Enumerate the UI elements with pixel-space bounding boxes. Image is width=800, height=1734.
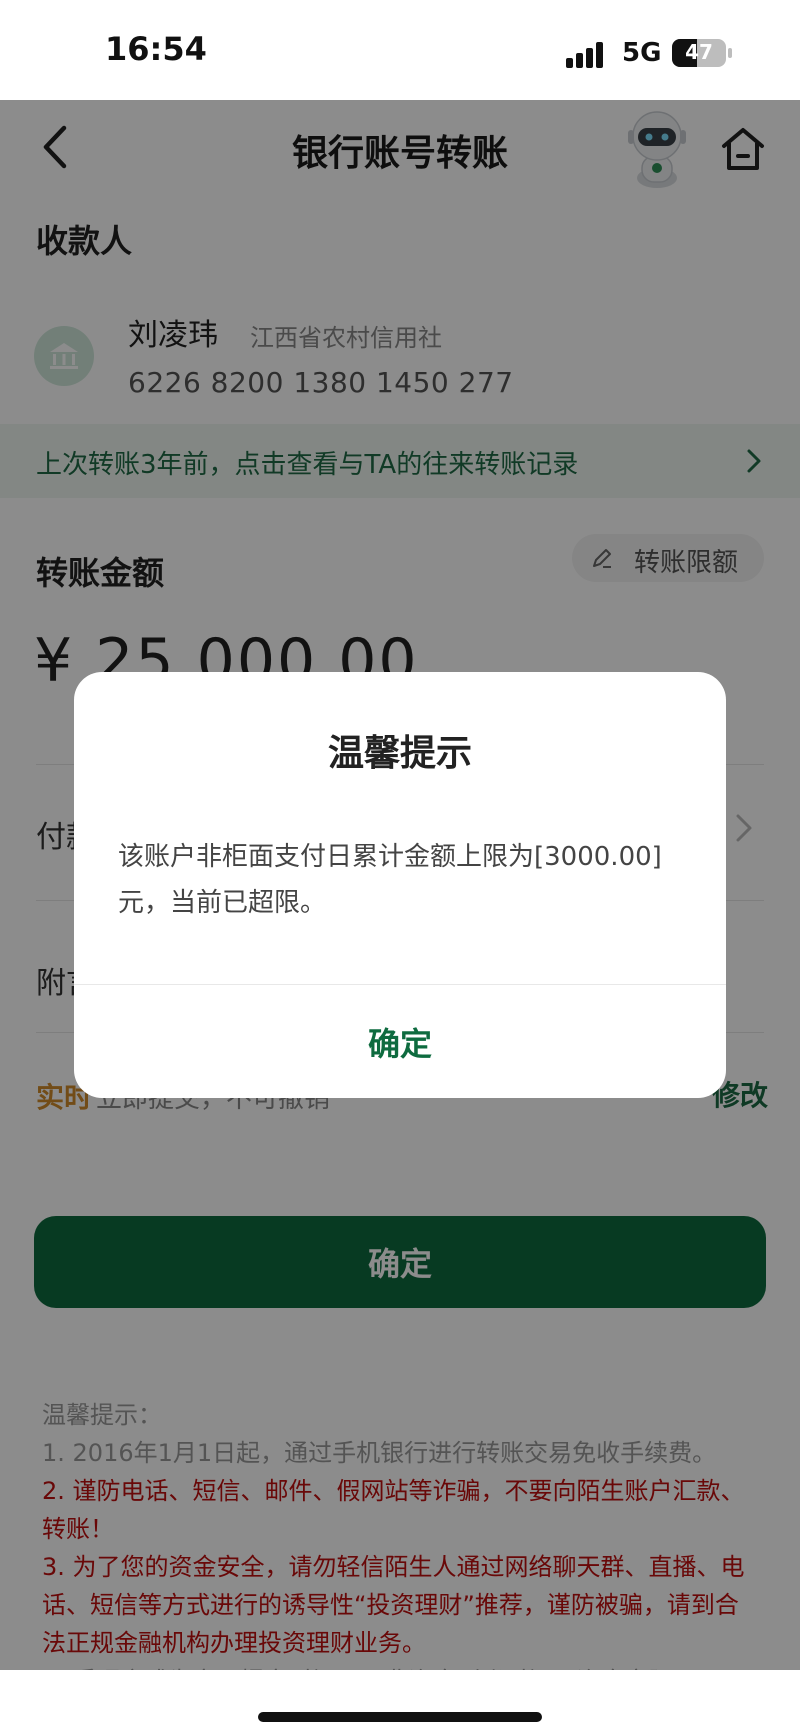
dialog-title: 温馨提示: [327, 733, 472, 774]
dialog-message: 该账户非柜面支付日累计金额上限为[3000.00]元，当前已超限。: [118, 842, 662, 918]
home-indicator-area: [0, 1670, 800, 1734]
battery-cap: [728, 48, 732, 58]
battery-level: 47: [685, 40, 713, 64]
alert-dialog: 温馨提示 该账户非柜面支付日累计金额上限为[3000.00]元，当前已超限。 确…: [74, 672, 726, 1098]
dialog-confirm-button[interactable]: 确定: [74, 985, 726, 1098]
transfer-page: 16:54 5G 47 银行账号转账 收款人 刘凌玮 江西省农村信用社 6226…: [0, 0, 800, 1734]
status-time: 16:54: [105, 30, 207, 68]
signal-icon: [566, 42, 610, 68]
network-type: 5G: [622, 38, 662, 68]
battery-icon: 47: [672, 39, 726, 67]
status-bar: 16:54 5G 47: [0, 0, 800, 100]
home-indicator[interactable]: [258, 1712, 542, 1722]
